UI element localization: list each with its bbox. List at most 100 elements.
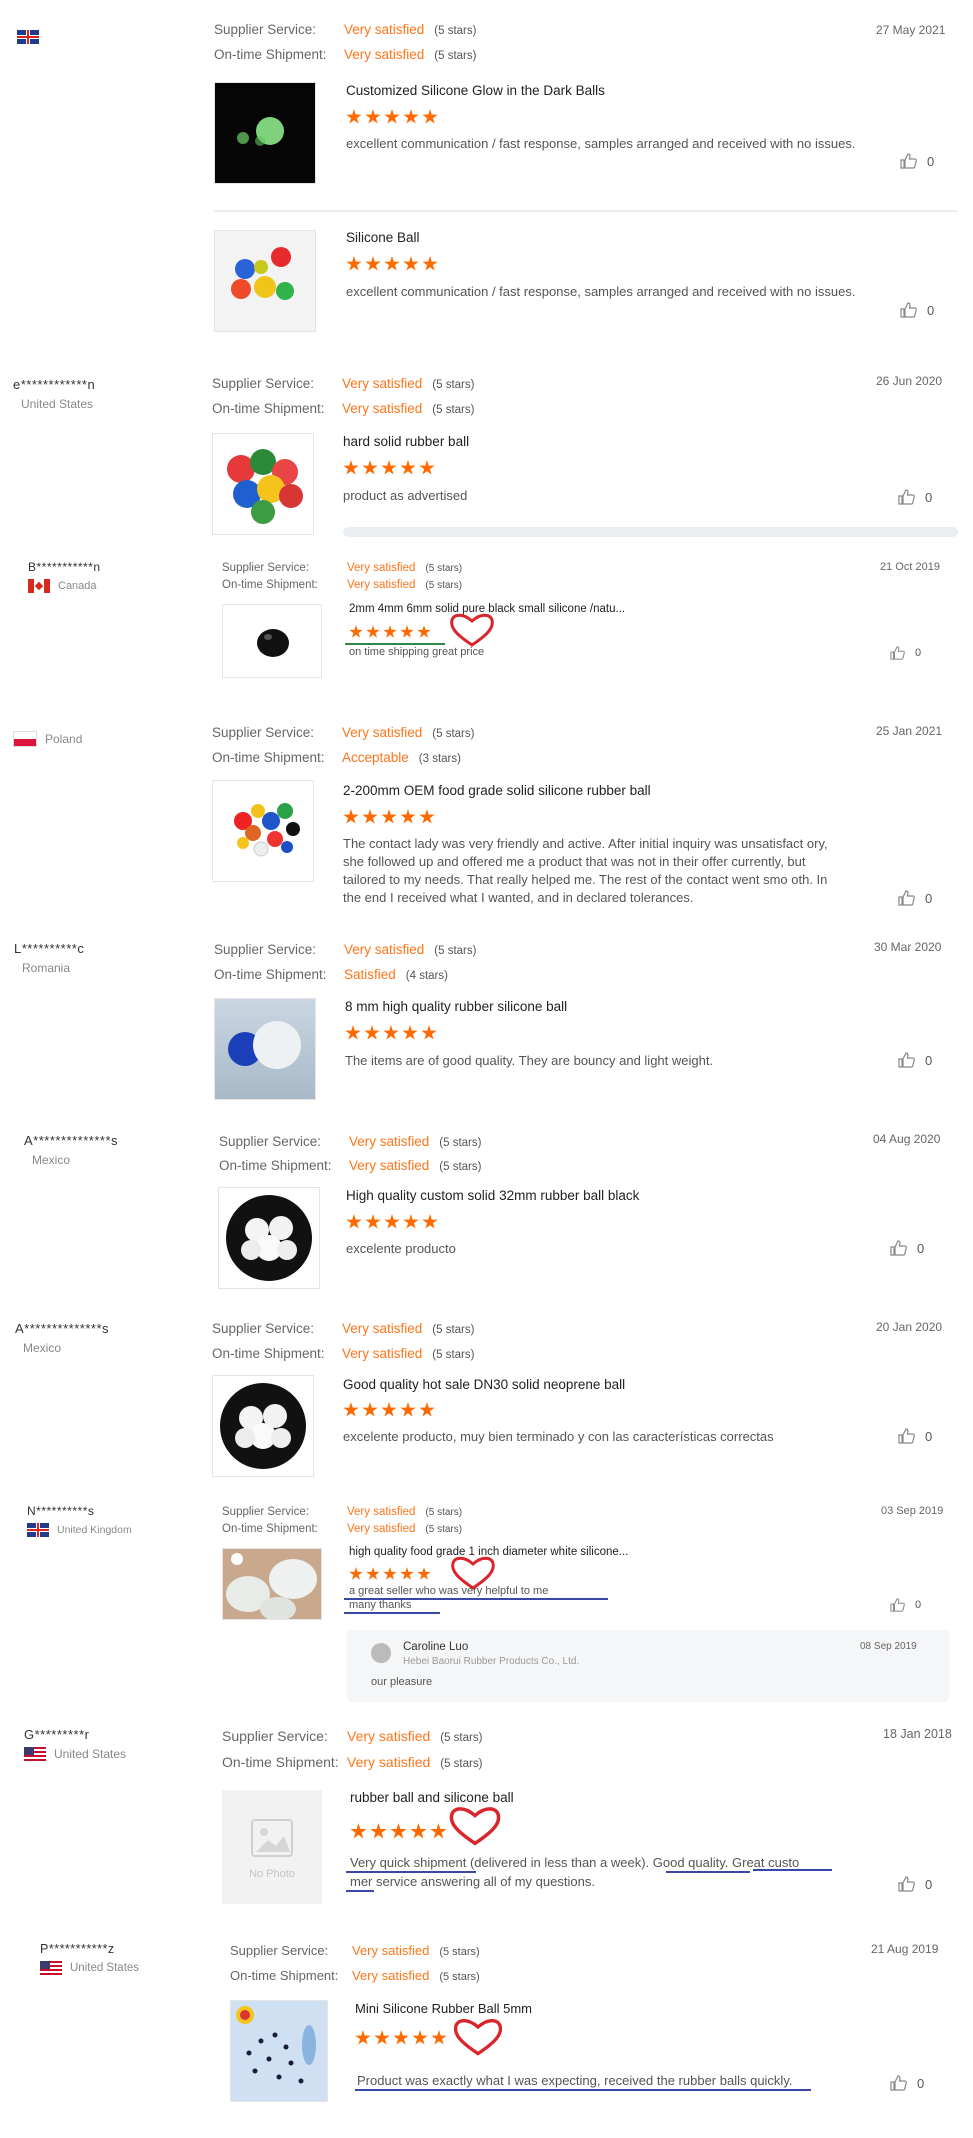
star-icon <box>343 460 359 475</box>
star-icon <box>349 625 363 638</box>
supplier-service-value: Very satisfied <box>347 1506 416 1518</box>
product-thumbnail[interactable] <box>222 604 322 678</box>
product-thumbnail[interactable] <box>212 780 314 882</box>
like-button[interactable]: 0 <box>898 489 932 505</box>
like-button[interactable]: 0 <box>890 2075 924 2091</box>
product-title[interactable]: Mini Silicone Rubber Ball 5mm <box>355 2001 532 2016</box>
supplier-service-value: Very satisfied <box>342 376 423 391</box>
star-icon <box>381 809 397 824</box>
buyer-name: A**************s <box>15 1321 109 1336</box>
star-icon <box>362 460 378 475</box>
product-thumbnail[interactable] <box>212 433 314 535</box>
poland-flag-icon <box>13 731 37 747</box>
country-name: Canada <box>58 580 97 592</box>
shipment-label: On-time Shipment: <box>222 579 318 591</box>
thumbs-up-icon <box>890 2075 907 2091</box>
product-rating-stars <box>349 625 431 639</box>
shipment-stars: (5 stars) <box>440 1758 483 1770</box>
shipment-label: On-time Shipment: <box>212 401 325 416</box>
star-icon <box>365 1214 381 1229</box>
star-icon <box>419 460 435 475</box>
shipment-value: Very satisfied <box>349 1158 430 1173</box>
thumbs-up-icon <box>898 1052 915 1068</box>
us-flag-icon <box>24 1747 46 1761</box>
like-button[interactable]: 0 <box>890 1598 921 1612</box>
product-title[interactable]: Good quality hot sale DN30 solid neopren… <box>343 1377 625 1392</box>
shipment-label: On-time Shipment: <box>214 967 327 982</box>
star-icon <box>366 625 380 638</box>
supplier-service-stars: (5 stars) <box>425 563 463 574</box>
product-title[interactable]: High quality custom solid 32mm rubber ba… <box>346 1188 639 1203</box>
thumbs-up-icon <box>898 1876 915 1892</box>
like-count: 0 <box>917 2075 925 2091</box>
buyer-info: G*********r United States <box>24 1727 126 1761</box>
comment-underline <box>346 1871 476 1873</box>
product-title[interactable]: Customized Silicone Glow in the Dark Bal… <box>346 83 605 98</box>
country-name: Romania <box>22 961 71 975</box>
star-icon <box>384 109 400 124</box>
supplier-service-value: Very satisfied <box>342 725 423 740</box>
review-comment: Product was exactly what I was expecting… <box>357 2073 793 2088</box>
product-thumbnail[interactable] <box>218 1187 320 1289</box>
product-thumbnail[interactable]: No Photo <box>222 1790 322 1904</box>
comment-underline <box>753 1869 832 1871</box>
product-rating-stars <box>355 2030 447 2046</box>
product-thumbnail[interactable] <box>230 2000 328 2102</box>
like-button[interactable]: 0 <box>900 302 934 318</box>
like-button[interactable]: 0 <box>890 646 921 660</box>
product-thumbnail[interactable] <box>212 1375 314 1477</box>
star-icon <box>366 1567 380 1580</box>
product-rating-stars <box>346 1214 438 1230</box>
shipment-value: Acceptable <box>342 750 409 765</box>
supplier-service-label: Supplier Service: <box>212 1321 315 1336</box>
comment-underline <box>666 1871 750 1873</box>
product-title[interactable]: 8 mm high quality rubber silicone ball <box>345 999 567 1014</box>
shipment-rating: On-time Shipment: Very satisfied (5 star… <box>219 1158 481 1173</box>
like-button[interactable]: 0 <box>898 890 932 906</box>
supplier-service-rating: Supplier Service: Very satisfied (5 star… <box>214 22 476 37</box>
supplier-service-rating: Supplier Service: Very satisfied (5 star… <box>230 1943 480 1958</box>
supplier-service-label: Supplier Service: <box>214 22 317 37</box>
star-icon <box>390 1823 407 1839</box>
like-button[interactable]: 0 <box>900 153 934 169</box>
product-title[interactable]: Silicone Ball <box>346 230 420 245</box>
supplier-service-label: Supplier Service: <box>222 1728 328 1744</box>
country-name: Poland <box>45 732 83 746</box>
buyer-country: Mexico <box>32 1153 118 1167</box>
comment-line: a great seller who was very helpful to m… <box>349 1585 549 1597</box>
shipment-rating: On-time Shipment: Very satisfied (5 star… <box>214 47 476 62</box>
product-thumbnail[interactable] <box>214 998 316 1100</box>
shipment-value: Very satisfied <box>352 1968 430 1983</box>
shipment-value: Satisfied <box>344 967 396 982</box>
star-icon <box>349 1567 363 1580</box>
product-title[interactable]: 2-200mm OEM food grade solid silicone ru… <box>343 783 651 798</box>
buyer-info: B***********n Canada <box>28 560 101 593</box>
review-date: 30 Mar 2020 <box>874 940 942 954</box>
star-icon <box>346 109 362 124</box>
review-date: 20 Jan 2020 <box>876 1320 943 1334</box>
supplier-service-rating: Supplier Service: Very satisfied (5 star… <box>212 1321 474 1336</box>
star-icon <box>417 625 431 638</box>
supplier-service-label: Supplier Service: <box>214 942 317 957</box>
shipment-stars: (4 stars) <box>405 970 448 982</box>
star-icon <box>365 256 381 271</box>
product-thumbnail[interactable] <box>214 82 316 184</box>
like-button[interactable]: 0 <box>898 1428 932 1444</box>
star-icon <box>400 1567 414 1580</box>
shipment-rating: On-time Shipment: Very satisfied (5 star… <box>222 1754 482 1770</box>
product-thumbnail[interactable] <box>222 1548 322 1620</box>
product-thumbnail[interactable] <box>214 230 316 332</box>
product-title[interactable]: hard solid rubber ball <box>343 434 469 449</box>
star-icon <box>422 256 438 271</box>
like-button[interactable]: 0 <box>890 1240 924 1256</box>
like-count: 0 <box>927 302 935 318</box>
like-button[interactable]: 0 <box>898 1052 932 1068</box>
supplier-service-value: Very satisfied <box>342 1321 423 1336</box>
supplier-service-stars: (5 stars) <box>432 1324 475 1336</box>
review-comment: excellent communication / fast response,… <box>346 136 856 151</box>
shipment-label: On-time Shipment: <box>219 1158 332 1173</box>
like-button[interactable]: 0 <box>898 1876 932 1892</box>
star-icon <box>370 1823 387 1839</box>
comment-line: mer service answering all of my question… <box>350 1874 595 1889</box>
shipment-stars: (5 stars) <box>439 1161 482 1173</box>
